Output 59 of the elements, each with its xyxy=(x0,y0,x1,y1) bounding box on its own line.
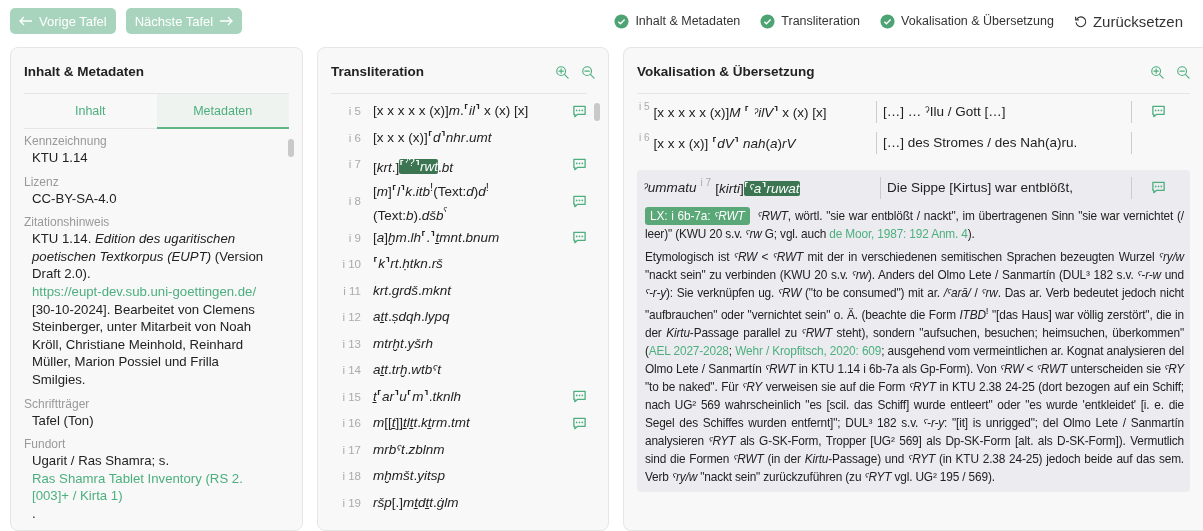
line-number: i 14 xyxy=(341,364,361,377)
line-number: i 13 xyxy=(341,337,361,350)
transliteration-text: ⸢k⸣rt.ḥtkn.rš xyxy=(373,255,444,274)
panel-title: Vokalisation & Übersetzung xyxy=(637,64,816,79)
transliteration-text: krt.grdš.mknt xyxy=(373,281,453,300)
metadata-link[interactable]: Ras Shamra Tablet Inventory (RS 2.[003]+ / Kirta 1) xyxy=(32,469,275,505)
highlighted-word[interactable]: ⸢ˤa⸣ruwat xyxy=(743,180,800,196)
transliteration-text: mrbˤt.zblnm xyxy=(373,440,446,459)
tab[interactable]: Inhalt xyxy=(24,94,157,129)
field-value: Ugarit / Ras Shamra; s. Ras Shamra Tablet Inventory (RS 2.[003]+ / Kirta 1) . xyxy=(24,452,275,523)
field-label: Zitationshinweis xyxy=(24,215,111,230)
transliteration-text: m[[ṯ]]ṯlṯt.kṯrm.tmt xyxy=(373,414,471,433)
vocalisation-text: [x x x x x (x)]M ⸢ ˀilV⸣ x (x) [x] xyxy=(653,103,827,120)
transliteration-text: [x x x (x)]⸢d⸣nhr.umt xyxy=(373,128,493,147)
line-number: i 7 xyxy=(700,176,712,188)
panel-title: Inhalt & Metadaten xyxy=(24,64,145,79)
panel-toggle[interactable]: Vokalisation & Übersetzung xyxy=(880,13,1054,29)
line-number: i 19 xyxy=(341,496,361,509)
line-number: i 16 xyxy=(341,417,361,430)
line-number: i 12 xyxy=(341,311,361,324)
transliteration-text: ṯ⸢ar⸣u⸢m⸣.tknlh xyxy=(373,387,462,406)
field-value: CC-BY-SA-4.0 xyxy=(31,189,118,208)
transliteration-text: mtrḫt.yšrh xyxy=(373,334,435,353)
transliteration-text: [a]ḫm.lh⸢.⸣ṯmnt.bnum xyxy=(373,228,501,247)
field-label: Schriftträger xyxy=(24,396,91,411)
line-number: i 10 xyxy=(341,258,361,271)
translation-text: […] … ˀIlu / Gott […] xyxy=(883,104,1006,119)
field-value: KTU 1.14 xyxy=(31,149,89,167)
reference-link[interactable]: de Moor, 1987: 192 Anm. 4 xyxy=(829,227,968,241)
line-number: i 17 xyxy=(341,443,361,456)
reset-button[interactable]: Zurücksetzen xyxy=(1073,12,1193,30)
tab[interactable]: Metadaten xyxy=(156,94,289,129)
transliteration-text: [x x x x x (x)]m.⸢il⸣ x (x) [x] xyxy=(373,102,530,121)
field-label: Lizenz xyxy=(24,174,60,189)
transliteration-text: mḫmšt.yitsp xyxy=(373,467,447,486)
transliteration-text: aṯt.trḫ.wtbˤt xyxy=(373,361,443,380)
panel-toggle[interactable]: Transliteration xyxy=(760,13,861,29)
transliteration-text: ršp[.]mṯdṯt.ġlm xyxy=(373,493,460,512)
field-label: Kennzeichnung xyxy=(24,134,108,148)
transliteration-text: aṯt.ṣdqh.lypq xyxy=(373,308,451,327)
panel-toggle[interactable]: Inhalt & Metadaten xyxy=(614,13,741,29)
panel-title: Transliteration xyxy=(331,64,426,79)
translation-text: […] des Stromes / des Nah(a)ru. xyxy=(883,135,1078,150)
vocalisation-text: [x x x (x)] ⸢dV⸣ nah(a)rV xyxy=(653,134,796,151)
line-number: i 15 xyxy=(341,390,361,403)
line-number: i 18 xyxy=(341,470,361,483)
vocalisation-text: [kirti]⸢ˤa⸣ruwat xyxy=(715,179,800,196)
field-label: Fundort xyxy=(24,437,67,452)
field-value: KTU 1.14. Edition des ugaritischen poetischen Textkorpus (EUPT) (Version Draft 2.0). https://eupt-dev.sub.uni-goettingen.de/ [30-10-2024]. Bearbeitet von Clemens Steinberger, unter Mitarbeit von Noah Kröll, Christiane Meinhold, Reinhard Müller, Marion Possiel und Frilla Smilgies. xyxy=(30,230,265,389)
vocalised-word: ˀummatu xyxy=(643,180,697,195)
translation-text: Die Sippe [Kirtus] war entblößt, xyxy=(887,180,1074,195)
reference-link[interactable]: AEL 2027-2028 xyxy=(648,343,729,358)
line-number: i 11 xyxy=(342,284,361,297)
transliteration-text: [m]⸢l⸣k.itb$^{!}$(Text:d)d$^{!}$(Text:b).dšb$^{ˤ}$ xyxy=(373,179,490,225)
commentary-paragraph: Etymologisch ist ˤRW < ˤRWT mit der in verschiedenen semitischen Sprachen bezeugten Wurzel ˤry/w "nackt sein" zu verbinden (KWU 20 s.v. ˤrw). Anders del Olmo Lete / Sanmartín (DUL³ 182 s.v. ˤ-r-w und ˤ-r-y): Sie verknüpfen ug. ˤRW ("to be consumed") mit ar. /ˤarā/ / ˤrw. Das ar. Verb bedeutet jedoch nicht "aufbrauchen" oder "vernichtet sein" o. Ä. (beachte die Form ITBD$^{!}$ "[das Haus] war völlig zerstört", die in der Kirtu-Passage parallel zu ˤRWT steht), sondern "aufsuchen, besuchen; heimsuchen, überkommen" (AEL 2027-2028; Wehr / Kropfitsch, 2020: 609; ausgehend vom vermeintlichen ar. Kognat analysieren del Olmo Lete / Sanmartín ˤRWT in KTU 1.14 i 6b-7a als Gp-Form). Von ˤRW < ˤRWT unterscheiden sie ˤRY "to be naked". Für ˤRY verweisen sie auf die Form ˤRYT in KTU 2.38 24-25 (dort bezogen auf ein Schiff; nach UG² 569 wahrscheinlich "es [scil. das Schiff] wurde entleert" oder "es wurde 'entkleidet' [i. e. die Segel des Schiffes wurden entfernt]"; DUL³ 182 s.v. ˤ-r-y: "[it] is unrigged"; del Olmo Lete / Sanmartín analysieren ˤRYT als G-SK-Form, Tropper [UG² 569] als Dp-SK-Form [alt. als D-SK-Form]). Vermutlich sind die Formen ˤRWT (in der Kirtu-Passage) und ˤRYT (in KTU 2.38 24-25) jedoch beide auf das sem. Verb ˤry/w "nackt sein" zurückzuführen (zu ˤRYT vgl. UG² 195 / 569). xyxy=(645,249,1184,486)
lexicon-tag: LX: i 6b-7a: ˤRWT xyxy=(645,207,750,225)
commentary-paragraph: LX: i 6b-7a: ˤRWT ˤRWT, wörtl. "sie war entblößt / nackt", im übertragenen Sinn "sie war vernichtet (/ leer)" (KWU 20 s.v. ˤrw G; vgl. auch de Moor, 1987: 192 Anm. 4). xyxy=(645,207,1184,243)
field-value: Tafel (Ton) xyxy=(31,411,95,430)
metadata-link[interactable]: https://eupt-dev.sub.uni-goettingen.de/ xyxy=(32,282,257,301)
